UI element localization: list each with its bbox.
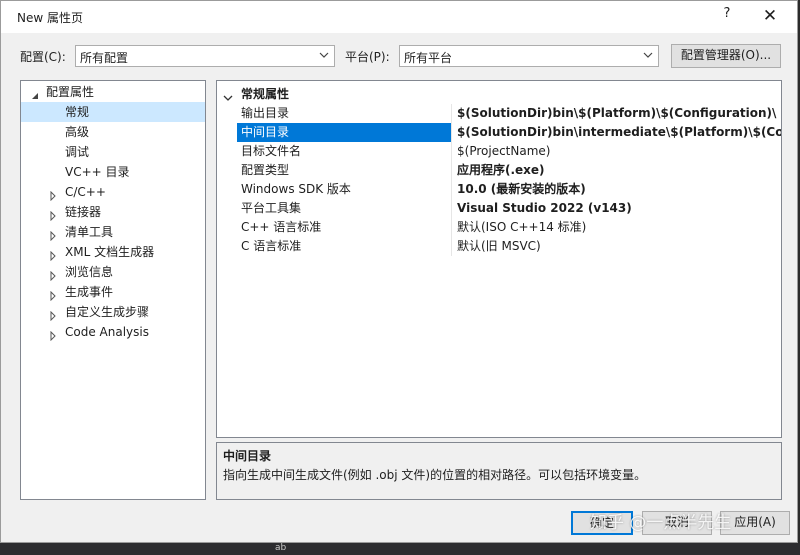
tree-item-build-events[interactable]: 生成事件: [21, 282, 205, 302]
collapsed-triangle-icon: [48, 307, 58, 322]
collapsed-triangle-icon: [48, 287, 58, 302]
ok-button[interactable]: 确定: [571, 511, 633, 535]
chevron-down-icon: [642, 48, 654, 62]
tree-item-label: 常规: [65, 105, 90, 119]
property-row-c-language-standard[interactable]: C 语言标准 默认(旧 MSVC): [237, 237, 781, 256]
tree-item-advanced[interactable]: 高级: [21, 122, 205, 142]
expanded-triangle-icon: [30, 87, 40, 99]
grid-category-label: 常规属性: [241, 87, 290, 101]
background-taskbar: ab: [0, 543, 800, 555]
tree-item-label: XML 文档生成器: [65, 245, 155, 259]
tree-item-xml-doc-generator[interactable]: XML 文档生成器: [21, 242, 205, 262]
property-grid: 常规属性 输出目录 $(SolutionDir)bin\$(Platform)\…: [216, 80, 782, 438]
property-row-output-directory[interactable]: 输出目录 $(SolutionDir)bin\$(Platform)\$(Con…: [237, 104, 781, 123]
platform-combo-value: 所有平台: [404, 51, 453, 65]
tree-item-vc-directories[interactable]: VC++ 目录: [21, 162, 205, 182]
tree-item-debugging[interactable]: 调试: [21, 142, 205, 162]
collapsed-triangle-icon: [48, 267, 58, 282]
property-row-windows-sdk-version[interactable]: Windows SDK 版本 10.0 (最新安装的版本): [237, 180, 781, 199]
tree-item-label: Code Analysis: [65, 325, 149, 339]
property-name: C 语言标准: [241, 239, 302, 253]
tree-item-code-analysis[interactable]: Code Analysis: [21, 322, 205, 342]
property-row-configuration-type[interactable]: 配置类型 应用程序(.exe): [237, 161, 781, 180]
property-value[interactable]: 默认(ISO C++14 标准): [457, 218, 781, 237]
property-value[interactable]: Visual Studio 2022 (v143): [457, 199, 781, 218]
description-title: 中间目录: [223, 449, 272, 463]
property-row-target-name[interactable]: 目标文件名 $(ProjectName): [237, 142, 781, 161]
tree-item-label: 链接器: [65, 205, 102, 219]
config-label: 配置(C):: [20, 50, 66, 64]
property-value[interactable]: 默认(旧 MSVC): [457, 237, 781, 256]
chevron-down-icon: [318, 48, 330, 62]
property-value[interactable]: 10.0 (最新安装的版本): [457, 180, 781, 199]
collapsed-triangle-icon: [48, 247, 58, 262]
platform-label: 平台(P):: [345, 50, 390, 64]
property-row-cpp-language-standard[interactable]: C++ 语言标准 默认(ISO C++14 标准): [237, 218, 781, 237]
collapsed-triangle-icon: [48, 187, 58, 202]
chevron-down-icon: [223, 89, 233, 101]
tree-item-general[interactable]: 常规: [21, 102, 205, 122]
property-value[interactable]: $(SolutionDir)bin\intermediate\$(Platfor…: [457, 123, 781, 142]
platform-combo[interactable]: 所有平台: [399, 45, 659, 67]
tree-item-label: 清单工具: [65, 225, 114, 239]
property-pages-dialog: New 属性页 ? ✕ 配置(C): 所有配置 平台(P): 所有平台 配置管理…: [0, 0, 798, 543]
tree-item-label: 自定义生成步骤: [65, 305, 150, 319]
help-button[interactable]: ?: [717, 6, 737, 26]
tree-item-browse-information[interactable]: 浏览信息: [21, 262, 205, 282]
property-row-intermediate-directory[interactable]: 中间目录 $(SolutionDir)bin\intermediate\$(Pl…: [237, 123, 781, 142]
apply-button[interactable]: 应用(A): [720, 511, 790, 535]
title-bar: New 属性页 ? ✕: [1, 1, 797, 33]
property-value[interactable]: 应用程序(.exe): [457, 161, 781, 180]
property-name: 平台工具集: [241, 201, 302, 215]
tree-item-label: 高级: [65, 125, 90, 139]
tree-item-label: C/C++: [65, 185, 106, 199]
tree-item-label: 浏览信息: [65, 265, 114, 279]
collapsed-triangle-icon: [48, 327, 58, 342]
property-tree: 配置属性 常规 高级 调试 VC++ 目录 C/C++ 链接器 清单工具 XML…: [20, 80, 206, 500]
tree-item-label: 配置属性: [46, 85, 95, 99]
config-combo-value: 所有配置: [80, 51, 129, 65]
cancel-button[interactable]: 取消: [642, 511, 712, 535]
property-name: 输出目录: [241, 106, 290, 120]
property-description-panel: 中间目录 指向生成中间生成文件(例如 .obj 文件)的位置的相对路径。可以包括…: [216, 442, 782, 500]
tree-item-config-properties[interactable]: 配置属性: [21, 82, 205, 102]
tree-item-label: 生成事件: [65, 285, 114, 299]
configuration-manager-button[interactable]: 配置管理器(O)...: [671, 44, 781, 68]
window-title: New 属性页: [17, 11, 83, 25]
tree-item-label: 调试: [65, 145, 90, 159]
property-row-platform-toolset[interactable]: 平台工具集 Visual Studio 2022 (v143): [237, 199, 781, 218]
collapsed-triangle-icon: [48, 227, 58, 242]
tree-item-c-cpp[interactable]: C/C++: [21, 182, 205, 202]
tree-item-linker[interactable]: 链接器: [21, 202, 205, 222]
collapsed-triangle-icon: [48, 207, 58, 222]
property-name: Windows SDK 版本: [241, 182, 351, 196]
property-name: C++ 语言标准: [241, 220, 322, 234]
property-value[interactable]: $(SolutionDir)bin\$(Platform)\$(Configur…: [457, 104, 781, 123]
property-name: 目标文件名: [241, 144, 302, 158]
close-button[interactable]: ✕: [755, 4, 785, 28]
tree-item-custom-build-step[interactable]: 自定义生成步骤: [21, 302, 205, 322]
config-combo[interactable]: 所有配置: [75, 45, 335, 67]
tree-item-label: VC++ 目录: [65, 165, 130, 179]
tree-item-manifest-tool[interactable]: 清单工具: [21, 222, 205, 242]
grid-category-header[interactable]: 常规属性: [217, 84, 781, 104]
property-value[interactable]: $(ProjectName): [457, 142, 781, 161]
description-text: 指向生成中间生成文件(例如 .obj 文件)的位置的相对路径。可以包括环境变量。: [223, 468, 647, 482]
property-name: 配置类型: [241, 163, 290, 177]
property-name: 中间目录: [237, 123, 451, 142]
ab-indicator: ab: [275, 543, 287, 553]
